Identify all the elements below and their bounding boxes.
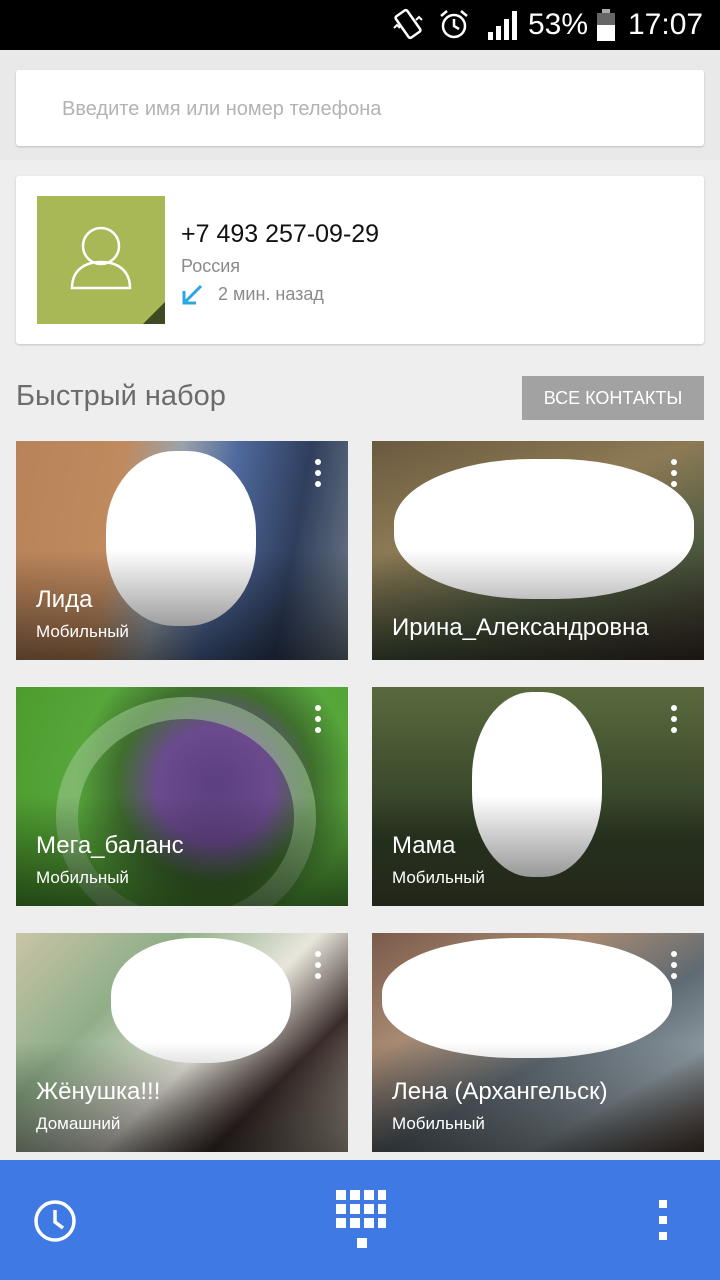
contact-avatar (37, 196, 165, 324)
recent-call-location: Россия (181, 256, 241, 276)
more-vert-icon[interactable] (670, 951, 678, 987)
contact-name: Мега_баланс (36, 832, 184, 859)
bottom-action-bar (0, 1160, 720, 1280)
contact-phone-type: Домашний (36, 1114, 121, 1133)
more-vert-icon[interactable] (314, 705, 322, 741)
signal-icon (488, 11, 517, 40)
clock: 17:07 (628, 8, 704, 41)
recent-call-card[interactable]: +7 493 257-09-29 Россия 2 мин. назад (16, 176, 704, 344)
incoming-call-arrow-icon (182, 284, 203, 305)
vibrate-icon (393, 8, 423, 40)
recent-calls-icon[interactable] (32, 1198, 78, 1244)
contact-phone-type: Мобильный (36, 868, 129, 887)
speed-dial-tile[interactable]: Лида Мобильный (16, 441, 348, 660)
battery-percent: 53% (528, 8, 589, 41)
contact-name: Мама (392, 832, 456, 859)
contact-name: Ирина_Александровна (392, 614, 649, 641)
more-vert-icon[interactable] (670, 459, 678, 495)
search-input[interactable]: Введите имя или номер телефона (62, 98, 381, 121)
recent-call-number: +7 493 257-09-29 (181, 220, 380, 248)
speed-dial-tile[interactable]: Ирина_Александровна (372, 441, 704, 660)
alarm-icon (440, 10, 468, 39)
recent-call-time: 2 мин. назад (218, 284, 324, 304)
all-contacts-button[interactable]: ВСЕ КОНТАКТЫ (522, 376, 704, 420)
more-vert-icon[interactable] (670, 705, 678, 741)
more-vert-icon[interactable] (314, 951, 322, 987)
status-bar: 53% 17:07 (0, 0, 720, 50)
more-vert-icon[interactable] (658, 1200, 668, 1244)
dialpad-icon[interactable] (334, 1188, 386, 1252)
speed-dial-tile[interactable]: Мега_баланс Мобильный (16, 687, 348, 906)
contact-name: Жёнушка!!! (36, 1078, 161, 1105)
contact-name: Лена (Архангельск) (392, 1078, 608, 1105)
contact-phone-type: Мобильный (36, 622, 129, 641)
speed-dial-title: Быстрый набор (16, 380, 226, 412)
contact-name: Лида (36, 586, 93, 613)
contact-phone-type: Мобильный (392, 1114, 485, 1133)
speed-dial-tile[interactable]: Лена (Архангельск) Мобильный (372, 933, 704, 1152)
search-bar[interactable]: Введите имя или номер телефона (16, 70, 704, 146)
speed-dial-tile[interactable]: Жёнушка!!! Домашний (16, 933, 348, 1152)
redaction (382, 938, 672, 1058)
speed-dial-tile[interactable]: Мама Мобильный (372, 687, 704, 906)
battery-icon (597, 9, 615, 41)
contact-phone-type: Мобильный (392, 868, 485, 887)
more-vert-icon[interactable] (314, 459, 322, 495)
